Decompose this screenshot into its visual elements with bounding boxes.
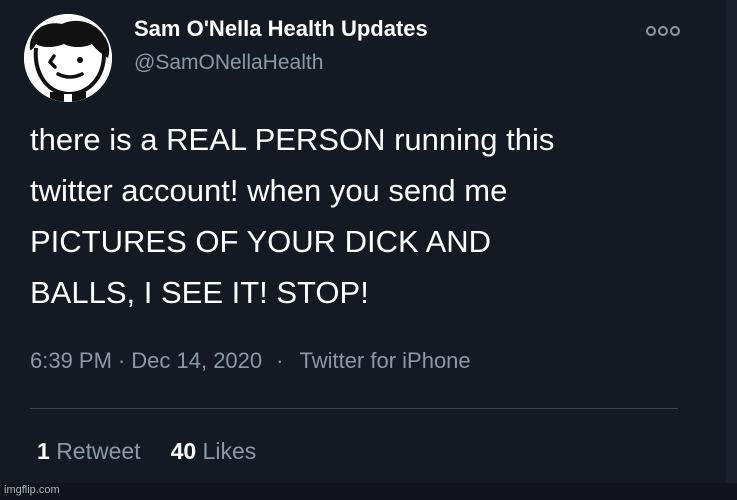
tweet-text-line: twitter account! when you send me: [30, 173, 508, 208]
tweet-date[interactable]: Dec 14, 2020: [131, 348, 262, 373]
bottom-strip: [0, 483, 737, 500]
more-options-icon: [646, 26, 680, 36]
tweet-text-line: PICTURES OF YOUR DICK AND: [30, 224, 492, 259]
watermark: imgflip.com: [4, 484, 60, 496]
tweet-source[interactable]: Twitter for iPhone: [299, 348, 470, 373]
tweet-text-line: BALLS, I SEE IT! STOP!: [30, 275, 369, 310]
like-label: Likes: [202, 438, 257, 464]
retweet-count: 1: [37, 438, 50, 464]
tweet-stats: 1 Retweet 40 Likes: [37, 438, 256, 465]
separator-dot: ·: [117, 348, 126, 373]
author-display-name[interactable]: Sam O'Nella Health Updates: [134, 16, 428, 42]
like-count-link[interactable]: 40 Likes: [171, 438, 257, 465]
retweet-count-link[interactable]: 1 Retweet: [37, 438, 141, 465]
scrollbar-track: [726, 0, 737, 500]
like-count: 40: [170, 438, 197, 464]
cartoon-face-avatar-icon: [24, 14, 112, 102]
tweet-time[interactable]: 6:39 PM: [30, 348, 112, 373]
tweet-metadata: 6:39 PM · Dec 14, 2020 · Twitter for iPhone: [30, 348, 471, 374]
more-options-button[interactable]: [644, 20, 682, 42]
tweet-card: Sam O'Nella Health Updates @SamONellaHea…: [0, 0, 737, 500]
separator-dot: ·: [276, 348, 284, 373]
retweet-label: Retweet: [56, 438, 141, 464]
tweet-text-line: there is a REAL PERSON running this: [30, 122, 555, 157]
tweet-text: there is a REAL PERSON running this twit…: [30, 114, 710, 318]
divider: [30, 408, 678, 409]
author-handle[interactable]: @SamONellaHealth: [134, 51, 323, 75]
avatar[interactable]: [24, 14, 112, 102]
